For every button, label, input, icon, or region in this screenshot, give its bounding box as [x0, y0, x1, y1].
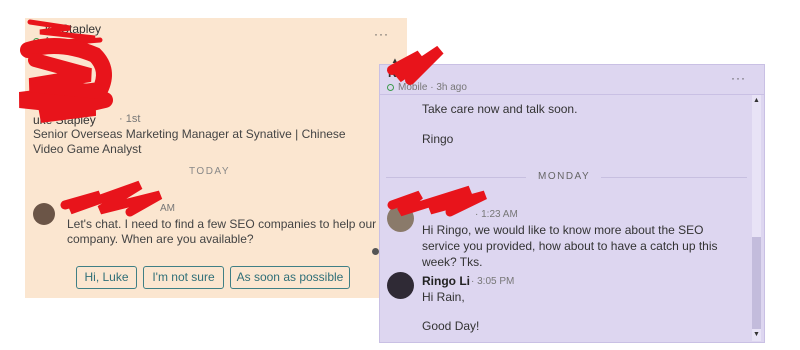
redaction-scribble	[60, 180, 163, 217]
redaction-scribble	[387, 45, 444, 85]
redaction-scribble	[28, 53, 107, 99]
redaction-scribble	[387, 185, 487, 217]
messaging-windows: ke Stapley A... ··· ▲ uke Stapley · 1st …	[0, 0, 800, 350]
redaction-marks	[19, 19, 487, 217]
